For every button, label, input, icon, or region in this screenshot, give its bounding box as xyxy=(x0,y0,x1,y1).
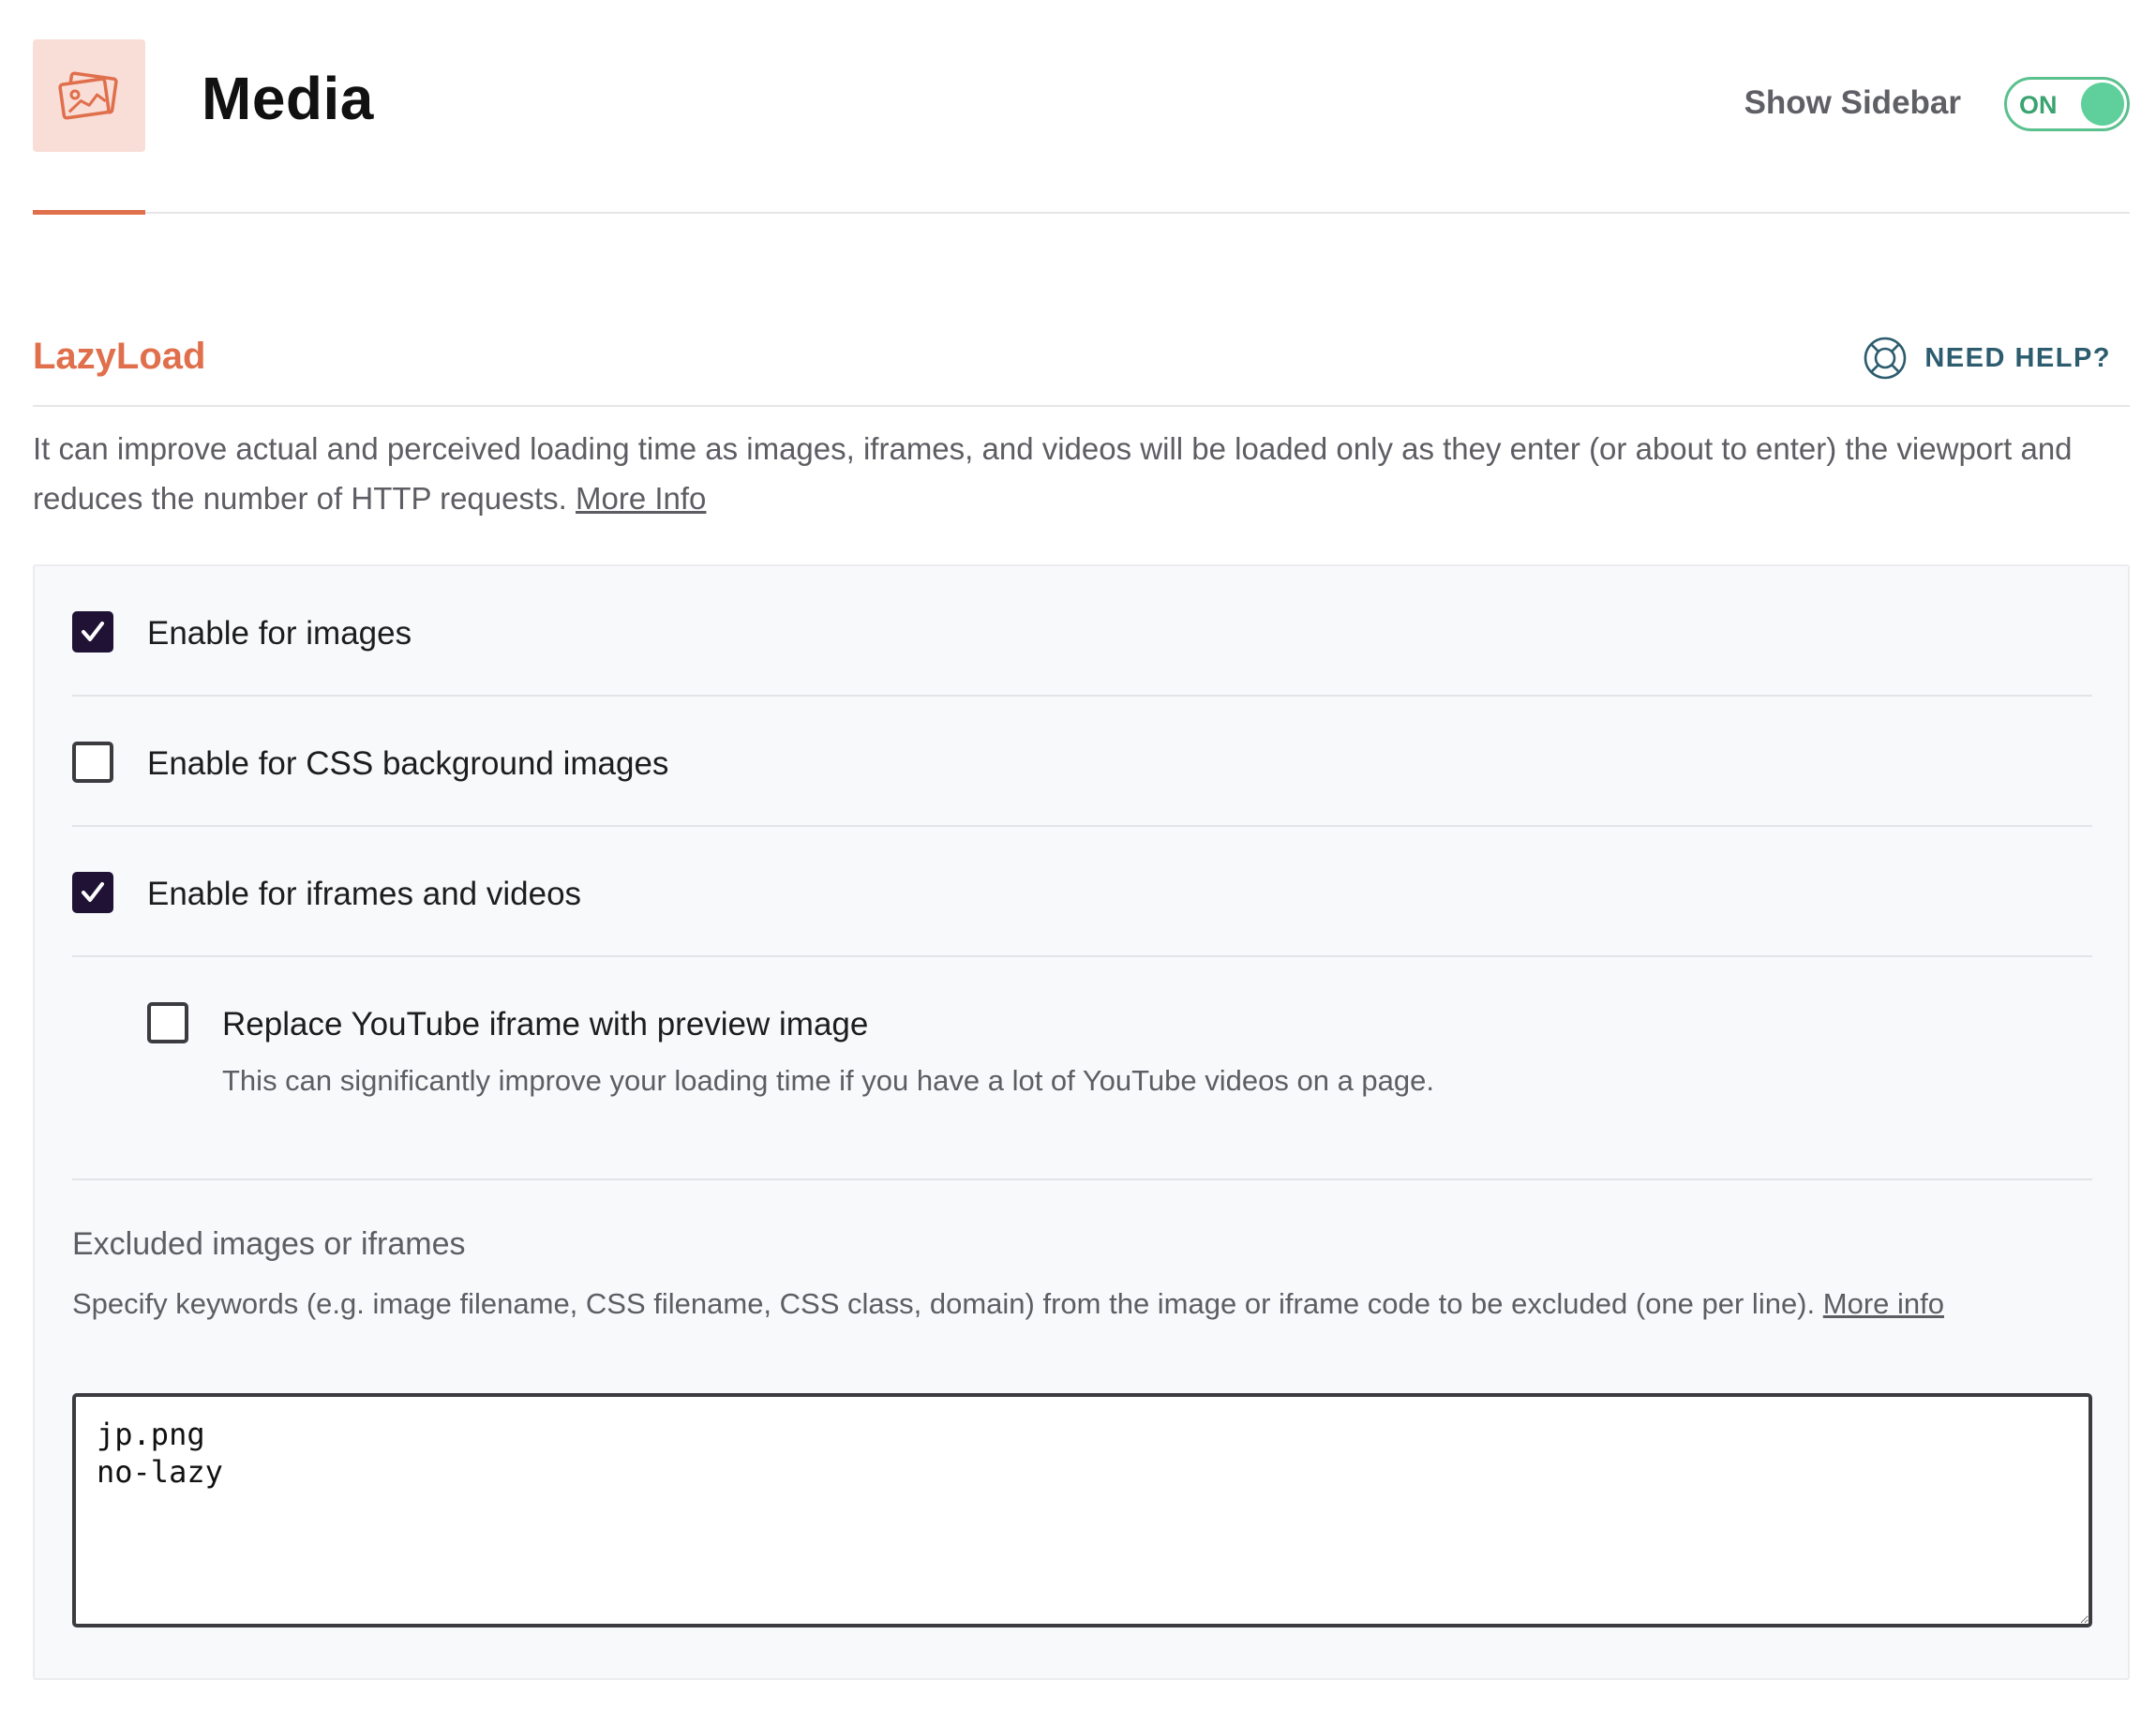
header-divider xyxy=(33,212,2130,214)
option-row-iframes: Enable for iframes and videos xyxy=(72,827,2092,957)
suboption-row-youtube: Replace YouTube iframe with preview imag… xyxy=(72,957,2092,1180)
images-icon xyxy=(58,71,118,120)
enable-images-label[interactable]: Enable for images xyxy=(147,615,412,652)
youtube-preview-checkbox[interactable] xyxy=(147,1002,188,1043)
need-help-label: NEED HELP? xyxy=(1924,342,2111,373)
section-divider xyxy=(33,405,2130,407)
more-info-link[interactable]: More Info xyxy=(576,481,706,516)
toggle-state-text: ON xyxy=(2019,91,2058,119)
toggle-knob xyxy=(2081,82,2124,126)
show-sidebar-label: Show Sidebar xyxy=(1744,84,1961,121)
section-intro: It can improve actual and perceived load… xyxy=(33,424,2130,523)
option-row-images: Enable for images xyxy=(72,566,2092,697)
header-accent-underline xyxy=(33,210,145,215)
exclusions-title: Excluded images or iframes xyxy=(72,1226,466,1262)
lifebuoy-icon xyxy=(1864,337,1907,380)
exclusions-description: Specify keywords (e.g. image filename, C… xyxy=(72,1281,2106,1328)
row-divider xyxy=(72,1178,2092,1180)
enable-iframes-label[interactable]: Enable for iframes and videos xyxy=(147,876,581,913)
checkmark-icon xyxy=(82,622,104,641)
page-header: Media Show Sidebar ON xyxy=(33,39,2130,215)
media-tile[interactable] xyxy=(33,39,145,152)
section-title: LazyLoad xyxy=(33,336,206,377)
youtube-preview-description: This can significantly improve your load… xyxy=(222,1064,1435,1097)
enable-iframes-checkbox[interactable] xyxy=(72,872,113,913)
youtube-preview-label[interactable]: Replace YouTube iframe with preview imag… xyxy=(222,1006,868,1043)
page-title: Media xyxy=(202,65,374,132)
settings-page: Media Show Sidebar ON LazyLoad NEED HELP… xyxy=(0,0,2156,1710)
exclusions-more-info-link[interactable]: More info xyxy=(1823,1287,1944,1320)
option-row-css-backgrounds: Enable for CSS background images xyxy=(72,697,2092,827)
lazyload-section-header: LazyLoad NEED HELP? xyxy=(33,328,2130,408)
show-sidebar-toggle[interactable]: ON xyxy=(2004,77,2130,131)
need-help-link[interactable]: NEED HELP? xyxy=(1863,332,2111,384)
lazyload-options-panel: Enable for images Enable for CSS backgro… xyxy=(33,564,2130,1680)
exclusions-textarea[interactable] xyxy=(72,1393,2092,1628)
exclusions-description-text: Specify keywords (e.g. image filename, C… xyxy=(72,1287,1816,1320)
intro-text: It can improve actual and perceived load… xyxy=(33,431,2073,516)
enable-css-background-checkbox[interactable] xyxy=(72,742,113,783)
checkmark-icon xyxy=(82,882,104,902)
enable-images-checkbox[interactable] xyxy=(72,611,113,652)
enable-css-background-label[interactable]: Enable for CSS background images xyxy=(147,745,668,783)
